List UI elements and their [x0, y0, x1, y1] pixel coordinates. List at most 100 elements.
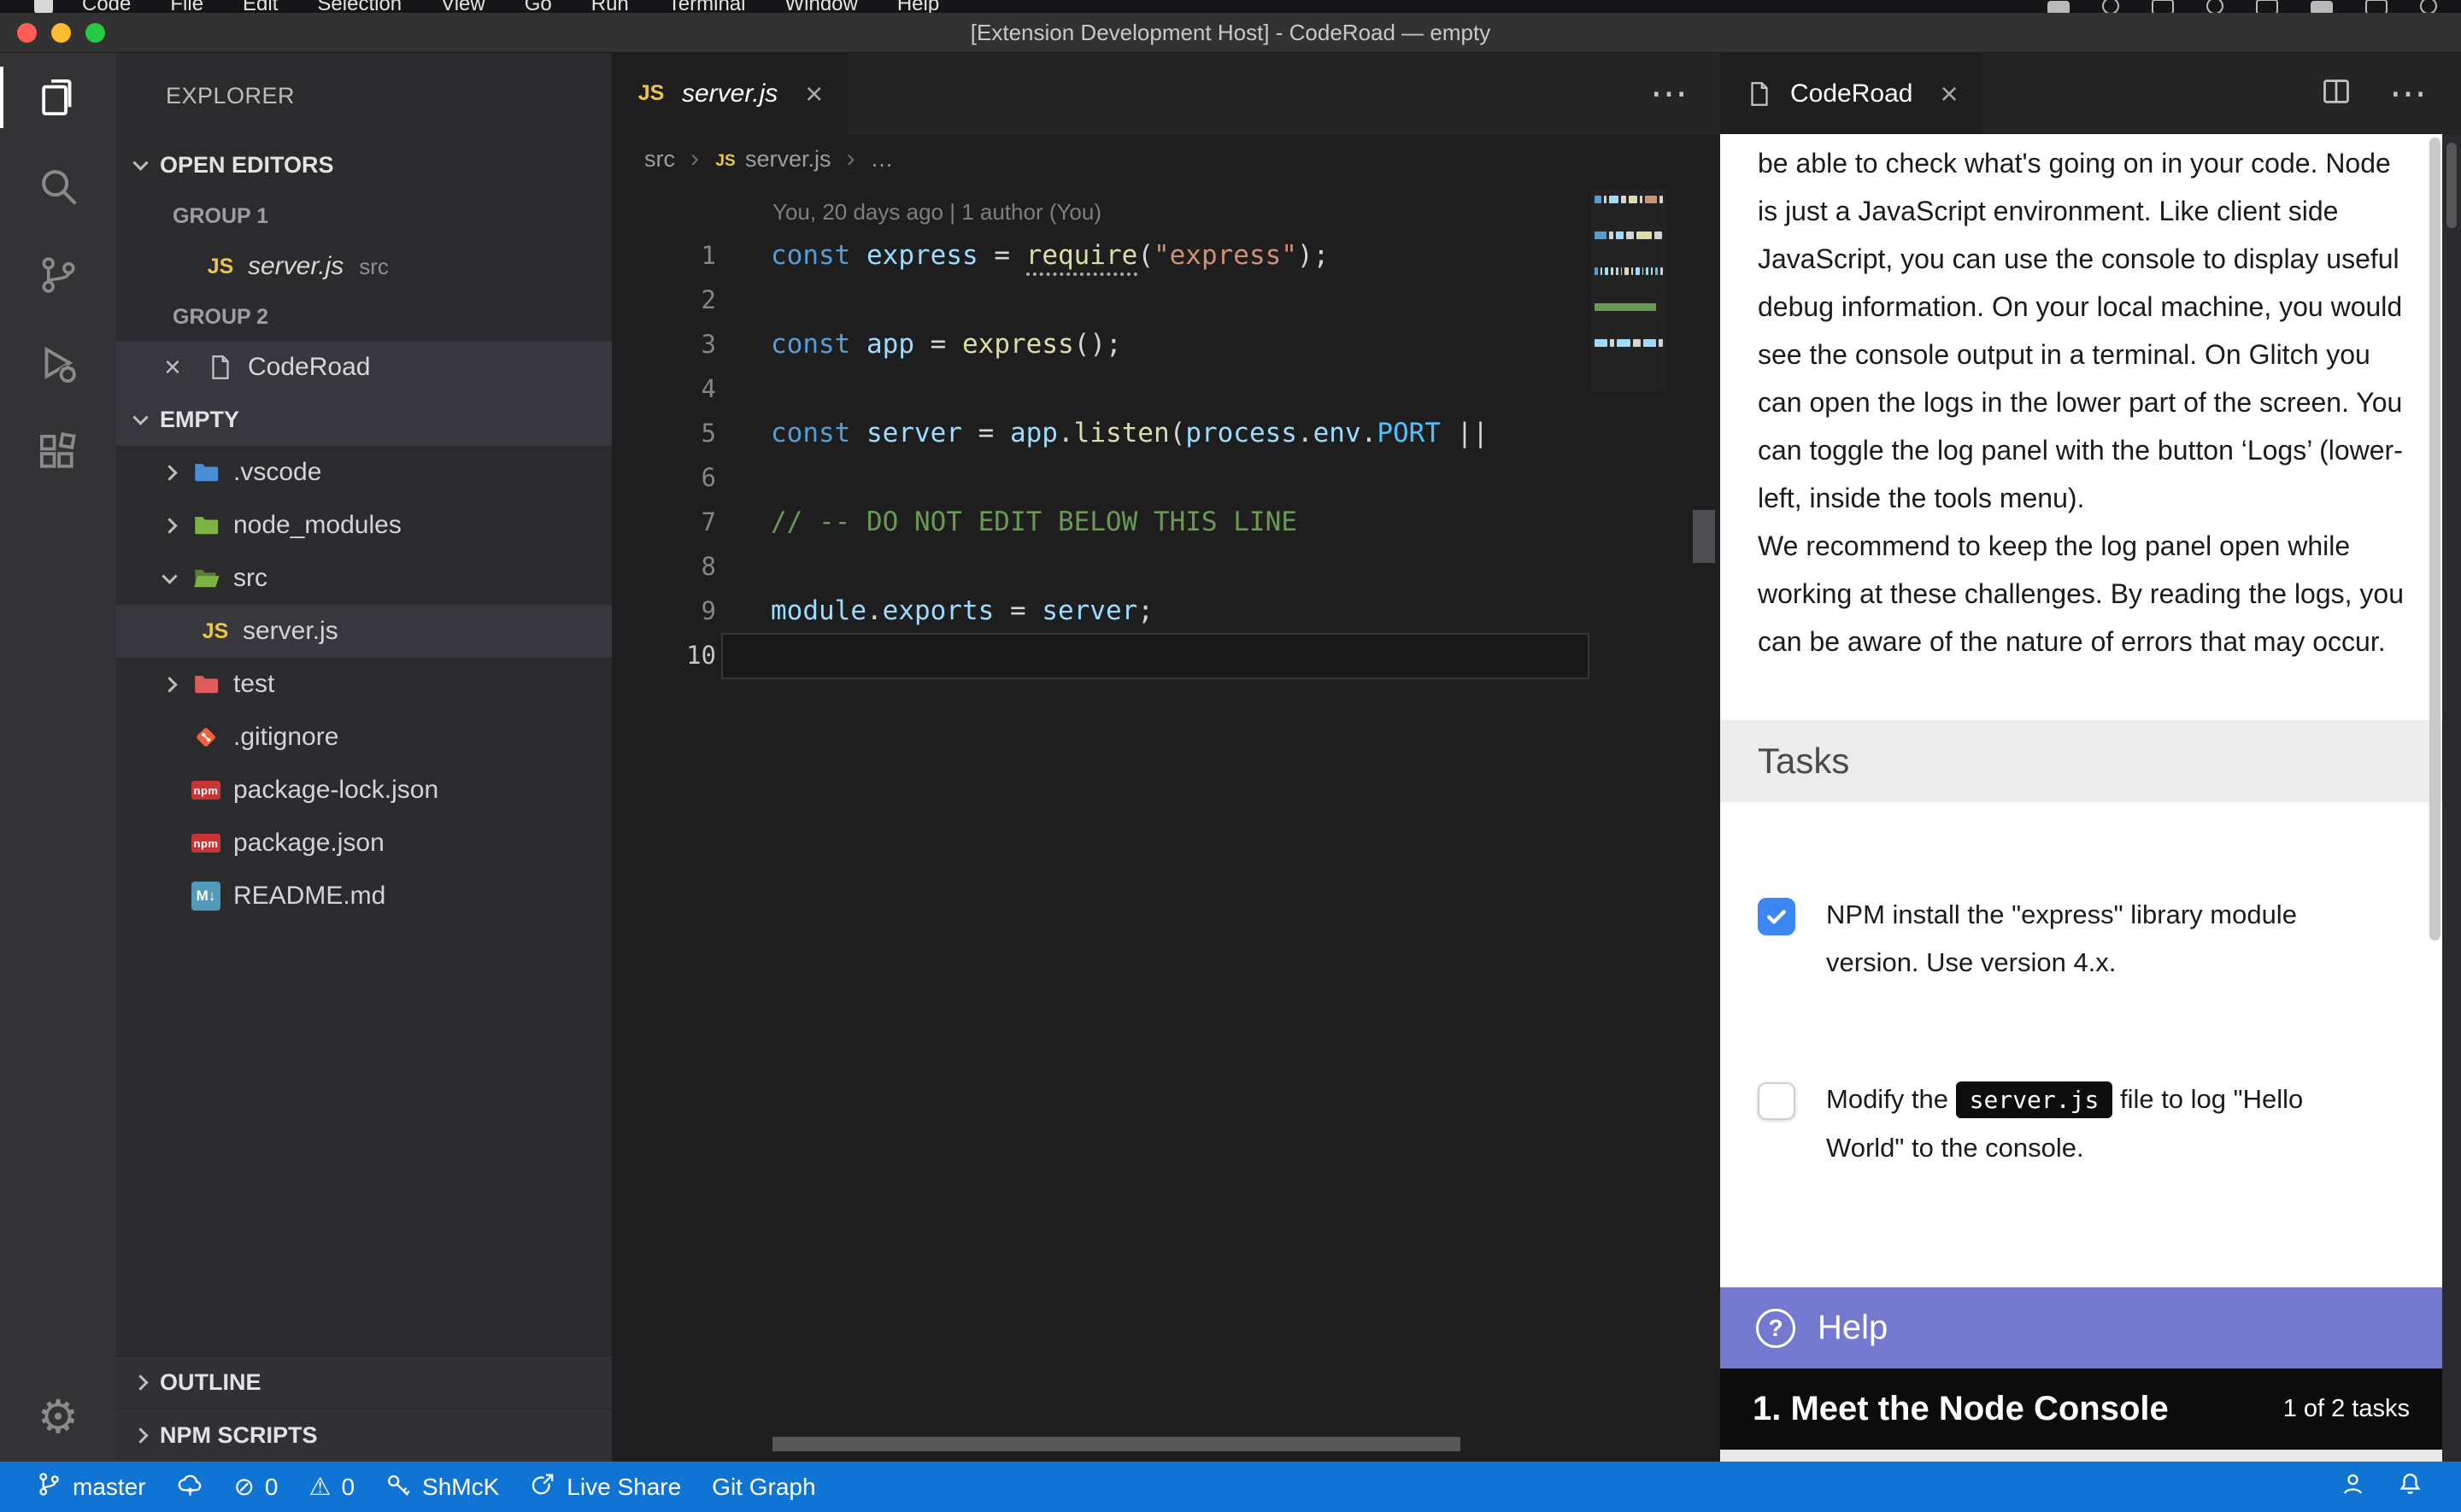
status-shmck[interactable]: ShMcK	[370, 1462, 514, 1512]
tree-item-readme.md[interactable]: M↓README.md	[116, 870, 612, 923]
activity-run-debug-icon[interactable]	[0, 319, 116, 408]
breadcrumb-server.js[interactable]: JSserver.js	[714, 145, 831, 173]
webview-scrollbar[interactable]	[2429, 138, 2440, 941]
status-master[interactable]: master	[21, 1462, 162, 1512]
split-editor-icon[interactable]	[2321, 76, 2352, 111]
status-person[interactable]	[2324, 1462, 2382, 1512]
tree-item-node_modules[interactable]: node_modules	[116, 499, 612, 552]
activity-extensions-icon[interactable]	[0, 408, 116, 497]
menu-edit[interactable]: Edit	[243, 0, 278, 13]
tree-item-src[interactable]: src	[116, 552, 612, 605]
line-number: 5	[612, 411, 716, 455]
close-editor-icon[interactable]: ×	[164, 351, 205, 384]
code-line-5[interactable]: 5const server = app.listen(process.env.P…	[612, 411, 1720, 455]
status-cloud[interactable]	[162, 1462, 219, 1512]
line-text	[716, 544, 771, 589]
menubar-status-icon[interactable]	[2365, 0, 2388, 13]
editor-more-actions-icon[interactable]: ⋯	[1650, 53, 1720, 134]
code-line-3[interactable]: 3const app = express();	[612, 322, 1720, 366]
tree-item-package.json[interactable]: npmpackage.json	[116, 817, 612, 870]
menu-file[interactable]: File	[170, 0, 203, 13]
menubar-status-icon[interactable]	[2420, 0, 2437, 13]
breadcrumb-…[interactable]: …	[871, 146, 894, 173]
close-tab-icon[interactable]: ×	[805, 76, 823, 112]
editor-horizontal-scrollbar[interactable]	[772, 1437, 1460, 1451]
menubar-status-icon[interactable]	[2047, 1, 2070, 13]
minimap[interactable]	[1591, 189, 1666, 390]
status-bell[interactable]	[2382, 1462, 2439, 1512]
tab-server-js[interactable]: JS server.js ×	[612, 53, 848, 134]
tree-item-label: .gitignore	[233, 723, 338, 752]
file-icon	[205, 352, 236, 383]
tree-item-label: .vscode	[233, 458, 321, 487]
minimize-window-button[interactable]	[51, 23, 71, 43]
menubar-status-icon[interactable]	[2102, 0, 2119, 13]
menubar-status-icon[interactable]	[2256, 0, 2278, 13]
tree-item-server.js[interactable]: JSserver.js	[116, 605, 612, 658]
task-checkbox-checked[interactable]	[1758, 898, 1795, 935]
menubar-status-icon[interactable]	[2206, 0, 2223, 13]
tree-item-.vscode[interactable]: .vscode	[116, 446, 612, 499]
chevron-down-icon	[132, 155, 148, 170]
zoom-window-button[interactable]	[85, 23, 105, 43]
tree-item-.gitignore[interactable]: .gitignore	[116, 711, 612, 764]
menubar-status-icon[interactable]	[2152, 0, 2174, 13]
section-header-outline[interactable]: OUTLINE	[116, 1356, 612, 1409]
panel-actions: ⋯	[2321, 53, 2461, 134]
status-0[interactable]: ⊘0	[219, 1462, 294, 1512]
menu-selection[interactable]: Selection	[317, 0, 402, 13]
code-line-2[interactable]: 2	[612, 278, 1720, 322]
js-icon: JS	[714, 145, 737, 173]
close-window-button[interactable]	[17, 23, 37, 43]
activity-explorer-icon[interactable]	[0, 53, 116, 142]
activity-search-icon[interactable]	[0, 142, 116, 231]
open-editor-server.js[interactable]: JSserver.jssrc	[116, 241, 612, 292]
breadcrumb-src[interactable]: src	[644, 146, 675, 173]
help-bar[interactable]: ? Help	[1720, 1287, 2442, 1368]
section-header-npm-scripts[interactable]: NPM SCRIPTS	[116, 1409, 612, 1462]
code-line-4[interactable]: 4	[612, 366, 1720, 411]
menu-window[interactable]: Window	[784, 0, 857, 13]
tree-item-test[interactable]: test	[116, 658, 612, 711]
panel-page-scrollbar[interactable]	[2442, 134, 2461, 1462]
open-editors-header[interactable]: OPEN EDITORS	[116, 138, 612, 191]
workspace-header[interactable]: EMPTY	[116, 393, 612, 446]
tree-item-package-lock.json[interactable]: npmpackage-lock.json	[116, 764, 612, 817]
menu-help[interactable]: Help	[897, 0, 939, 13]
activity-source-control-icon[interactable]	[0, 231, 116, 319]
menu-code[interactable]: Code	[82, 0, 131, 13]
open-editors-label: OPEN EDITORS	[160, 152, 334, 179]
menu-go[interactable]: Go	[525, 0, 552, 13]
code-editor[interactable]: You, 20 days ago | 1 author (You) 1const…	[612, 184, 1720, 1462]
code-line-8[interactable]: 8	[612, 544, 1720, 589]
code-line-6[interactable]: 6	[612, 455, 1720, 500]
menu-view[interactable]: View	[441, 0, 485, 13]
titlebar[interactable]: [Extension Development Host] - CodeRoad …	[0, 13, 2461, 53]
gitlens-blame-annotation[interactable]: You, 20 days ago | 1 author (You)	[612, 190, 1720, 233]
panel-more-actions-icon[interactable]: ⋯	[2389, 72, 2427, 115]
open-editor-coderoad[interactable]: ×CodeRoad	[116, 342, 612, 393]
settings-gear-icon[interactable]: ⚙	[0, 1373, 116, 1462]
status-0[interactable]: ⚠0	[293, 1462, 370, 1512]
editor-vertical-scrollbar[interactable]	[1693, 510, 1715, 563]
close-coderoad-tab-icon[interactable]: ×	[1940, 76, 1958, 112]
menubar-status-icon[interactable]	[2311, 1, 2333, 13]
status-label: Git Graph	[712, 1474, 815, 1501]
status-git-graph[interactable]: Git Graph	[696, 1462, 831, 1512]
scrollbar-thumb[interactable]	[2446, 143, 2457, 228]
code-line-1[interactable]: 1const express = require("express");	[612, 233, 1720, 278]
task-checkbox-unchecked[interactable]	[1758, 1082, 1795, 1120]
menu-run[interactable]: Run	[591, 0, 629, 13]
code-line-9[interactable]: 9module.exports = server;	[612, 589, 1720, 633]
code-line-7[interactable]: 7// -- DO NOT EDIT BELOW THIS LINE	[612, 500, 1720, 544]
sidebar-title: EXPLORER	[116, 53, 612, 138]
git-icon	[191, 722, 221, 753]
code-line-10[interactable]: 10	[612, 633, 1720, 677]
breadcrumb-separator: ›	[847, 144, 855, 173]
tab-coderoad[interactable]: CodeRoad ×	[1720, 53, 1982, 134]
status-live-share[interactable]: Live Share	[514, 1462, 696, 1512]
menu-terminal[interactable]: Terminal	[668, 0, 746, 13]
webview-file-icon	[1744, 79, 1775, 109]
npm-icon: npm	[191, 775, 221, 806]
apple-menu-icon[interactable]	[34, 0, 53, 13]
